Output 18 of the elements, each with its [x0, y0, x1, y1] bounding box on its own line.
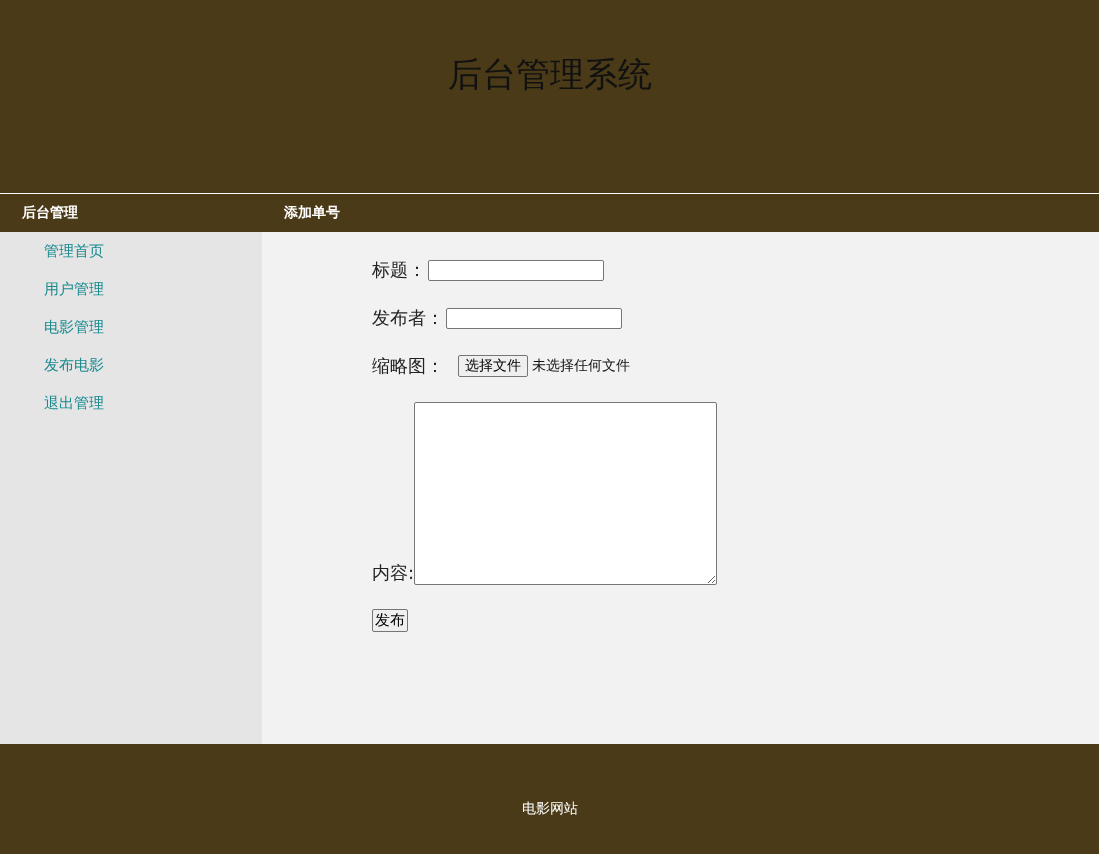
- input-field[interactable]: [428, 259, 604, 281]
- sidebar-title: 后台管理: [22, 204, 79, 222]
- field-label: 缩略图：: [372, 354, 444, 378]
- sidebar-link[interactable]: 发布电影: [44, 355, 104, 375]
- file-status: 未选择任何文件: [532, 357, 630, 375]
- input-field[interactable]: [446, 307, 622, 329]
- field-label: 发布者：: [372, 306, 444, 330]
- sidebar-link[interactable]: 用户管理: [44, 279, 104, 299]
- field-label: 内容:: [372, 561, 415, 585]
- submit-button[interactable]: 发布: [372, 609, 408, 632]
- sidebar-link[interactable]: 管理首页: [44, 241, 104, 261]
- page-title: 添加单号: [284, 204, 341, 222]
- site-title: 后台管理系统: [447, 53, 652, 96]
- sidebar-link[interactable]: 电影管理: [44, 317, 104, 337]
- field-label: 标题：: [372, 258, 426, 282]
- choose-file-button[interactable]: 选择文件: [458, 355, 528, 377]
- sidebar-link[interactable]: 退出管理: [44, 393, 104, 413]
- footer-text: 电影网站: [521, 800, 578, 818]
